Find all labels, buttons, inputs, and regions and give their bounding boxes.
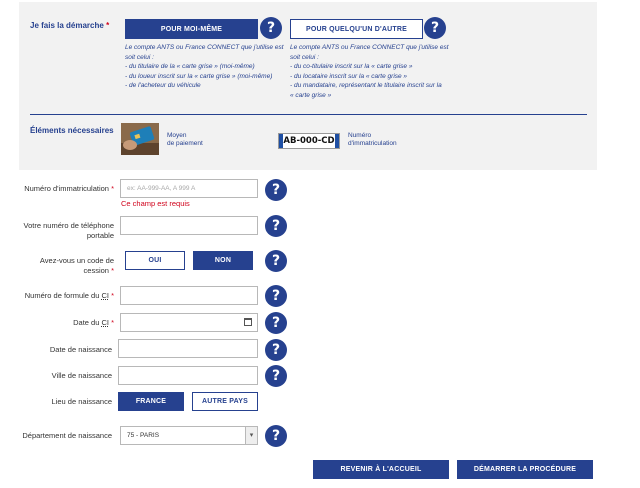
immat-needed-label: Numéro d'immatriculation [348, 132, 397, 147]
pour-quelquun-dautre-button[interactable]: POUR QUELQU'UN D'AUTRE [290, 19, 423, 39]
pour-moi-info: Le compte ANTS ou France CONNECT que j'u… [125, 44, 284, 89]
date-ci-input[interactable] [120, 313, 258, 332]
cession-field-label: Avez-vous un code de cession * [39, 256, 114, 275]
birth-date-input[interactable] [118, 339, 258, 358]
help-icon[interactable]: ? [260, 17, 282, 39]
immat-field-label: Numéro d'immatriculation * [24, 184, 114, 193]
license-plate-image: AB-000-CD [278, 133, 340, 149]
calendar-icon[interactable] [244, 318, 252, 326]
formule-input[interactable] [120, 286, 258, 305]
payment-label: Moyen de paiement [167, 132, 203, 147]
birth-date-field-label: Date de naissance [49, 345, 112, 354]
phone-field-label: Votre numéro de téléphone portable [23, 221, 114, 240]
department-select[interactable]: 75 - PARIS ▾ [120, 426, 258, 445]
birth-place-field-label: Lieu de naissance [51, 397, 112, 406]
pour-moi-meme-button[interactable]: POUR MOI-MÊME [125, 19, 258, 39]
help-icon[interactable]: ? [265, 179, 287, 201]
immat-error: Ce champ est requis [121, 199, 190, 208]
date-ci-field-label: Date du CI * [73, 318, 114, 327]
pour-autre-info: Le compte ANTS ou France CONNECT que j'u… [290, 44, 449, 99]
help-icon[interactable]: ? [265, 215, 287, 237]
help-icon[interactable]: ? [424, 17, 446, 39]
help-icon[interactable]: ? [265, 425, 287, 447]
help-icon[interactable]: ? [265, 312, 287, 334]
help-icon[interactable]: ? [265, 285, 287, 307]
immat-placeholder: ex: AA-999-AA, A 999 A [127, 185, 196, 192]
department-field-label: Département de naissance [22, 431, 112, 440]
cession-non-button[interactable]: NON [193, 251, 253, 270]
help-icon[interactable]: ? [265, 250, 287, 272]
phone-input[interactable] [120, 216, 258, 235]
back-to-home-button[interactable]: REVENIR À L'ACCUEIL [313, 460, 449, 479]
help-icon[interactable]: ? [265, 365, 287, 387]
help-icon[interactable]: ? [265, 339, 287, 361]
place-autre-pays-button[interactable]: AUTRE PAYS [192, 392, 258, 411]
department-selected-value: 75 - PARIS [127, 432, 160, 439]
formule-field-label: Numéro de formule du CI * [24, 291, 114, 300]
place-france-button[interactable]: FRANCE [118, 392, 184, 411]
birth-city-input[interactable] [118, 366, 258, 385]
panel-divider [30, 114, 587, 115]
birth-city-field-label: Ville de naissance [51, 371, 112, 380]
demarche-label: Je fais la démarche * [30, 21, 110, 30]
chevron-down-icon[interactable]: ▾ [245, 427, 257, 444]
payment-card-image [121, 123, 159, 155]
plate-text: AB-000-CD [283, 136, 335, 146]
cession-oui-button[interactable]: OUI [125, 251, 185, 270]
elements-label: Éléments nécessaires [30, 126, 114, 135]
immat-input[interactable]: ex: AA-999-AA, A 999 A [120, 179, 258, 198]
start-procedure-button[interactable]: DÉMARRER LA PROCÉDURE [457, 460, 593, 479]
